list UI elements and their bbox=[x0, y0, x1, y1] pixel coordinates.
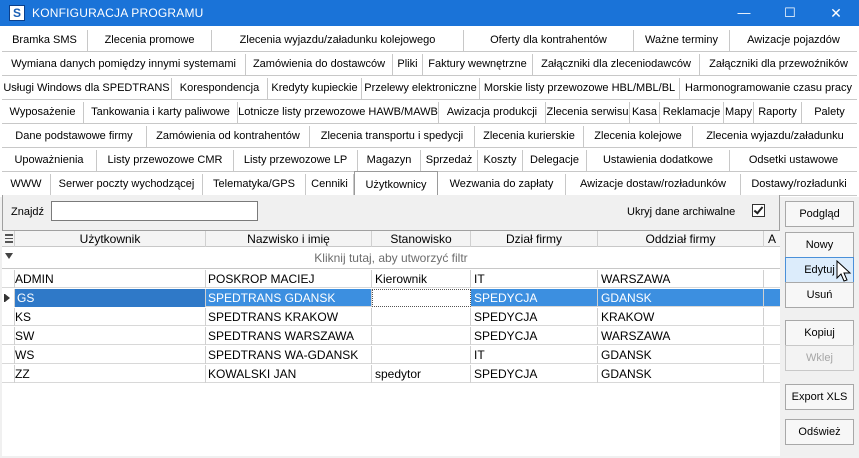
tab[interactable]: Kasa bbox=[630, 102, 660, 123]
filter-row[interactable]: Kliknij tutaj, aby utworzyć filtr bbox=[2, 247, 780, 269]
table-row[interactable]: WS SPEDTRANS WA-GDANSK IT GDANSK bbox=[2, 346, 780, 364]
table-row[interactable]: SW SPEDTRANS WARSZAWA SPEDYCJA WARSZAWA bbox=[2, 327, 780, 345]
tab[interactable]: Magazyn bbox=[358, 150, 421, 171]
tab[interactable]: WWW bbox=[2, 174, 51, 195]
tab[interactable]: Zlecenia promowe bbox=[88, 30, 212, 51]
mouse-cursor-icon bbox=[836, 260, 852, 282]
table-row[interactable]: ADMIN POSKROP MACIEJ Kierownik IT WARSZA… bbox=[2, 270, 780, 288]
table-row[interactable]: KS SPEDTRANS KRAKOW SPEDYCJA KRAKOW bbox=[2, 308, 780, 326]
tab[interactable]: Delegacje bbox=[523, 150, 587, 171]
table-row[interactable]: ZZ KOWALSKI JAN spedytor SPEDYCJA GDANSK bbox=[2, 365, 780, 383]
app-icon: S bbox=[9, 5, 25, 21]
tab[interactable]: Wymiana danych pomiędzy innymi systemami bbox=[2, 54, 246, 75]
tab[interactable]: Lotnicze listy przewozowe HAWB/MAWB bbox=[238, 102, 439, 123]
close-button[interactable]: ✕ bbox=[813, 0, 859, 26]
tab[interactable]: Wezwania do zapłaty bbox=[438, 174, 566, 195]
tab[interactable]: Przelewy elektroniczne bbox=[362, 78, 480, 99]
grid-header: Użytkownik Nazwisko i imię Stanowisko Dz… bbox=[2, 231, 780, 247]
column-header[interactable]: Nazwisko i imię bbox=[206, 231, 372, 247]
tab-row-2: Wymiana danych pomiędzy innymi systemami… bbox=[2, 54, 857, 75]
tab[interactable]: Zlecenia transportu i spedycji bbox=[310, 126, 475, 147]
tab[interactable]: Załączniki dla przewoźników bbox=[700, 54, 857, 75]
tab[interactable]: Dostawy/rozładunki bbox=[741, 174, 857, 195]
tab[interactable]: Listy przewozowe CMR bbox=[97, 150, 234, 171]
tab[interactable]: Awizacje dostaw/rozładunków bbox=[566, 174, 741, 195]
column-header[interactable]: Dział firmy bbox=[471, 231, 598, 247]
minimize-button[interactable]: — bbox=[721, 0, 767, 26]
tab[interactable]: Raporty bbox=[754, 102, 802, 123]
column-chooser[interactable] bbox=[2, 231, 15, 247]
tab-row-4: Wyposażenie Tankowania i karty paliwowe … bbox=[2, 102, 857, 123]
tab[interactable]: Wyposażenie bbox=[2, 102, 84, 123]
tab[interactable]: Listy przewozowe LP bbox=[234, 150, 358, 171]
refresh-button[interactable]: Odśwież bbox=[785, 419, 854, 445]
users-grid: Użytkownik Nazwisko i imię Stanowisko Dz… bbox=[2, 230, 780, 456]
tab[interactable]: Morskie listy przewozowe HBL/MBL/BL bbox=[480, 78, 680, 99]
tab[interactable]: Zamówienia do dostawców bbox=[246, 54, 393, 75]
tab[interactable]: Tankowania i karty paliwowe bbox=[84, 102, 238, 123]
paste-button[interactable]: Wklej bbox=[785, 345, 854, 371]
tab[interactable]: Koszty bbox=[478, 150, 523, 171]
search-input[interactable] bbox=[51, 201, 258, 221]
tab[interactable]: Zlecenia kurierskie bbox=[475, 126, 584, 147]
tab-row-1: Bramka SMS Zlecenia promowe Zlecenia wyj… bbox=[2, 30, 857, 51]
archive-label: Ukryj dane archiwalne bbox=[627, 206, 736, 218]
tab[interactable]: Zlecenia serwisu bbox=[546, 102, 630, 123]
tab[interactable]: Ustawienia dodatkowe bbox=[587, 150, 730, 171]
tab[interactable]: Mapy bbox=[724, 102, 754, 123]
tab-row-7: WWW Serwer poczty wychodzącej Telematyka… bbox=[2, 171, 857, 195]
tab[interactable]: Zlecenia wyjazdu/załadunku kolejowego bbox=[212, 30, 464, 51]
tab[interactable]: Faktury wewnętrzne bbox=[423, 54, 533, 75]
tab[interactable]: Telematyka/GPS bbox=[203, 174, 306, 195]
column-header[interactable]: Stanowisko bbox=[372, 231, 471, 247]
column-header[interactable]: Użytkownik bbox=[15, 231, 206, 247]
tab[interactable]: Załączniki dla zleceniodawców bbox=[533, 54, 700, 75]
maximize-button[interactable]: ☐ bbox=[767, 0, 813, 26]
checkmark-icon bbox=[753, 204, 764, 215]
tab-strip: Bramka SMS Zlecenia promowe Zlecenia wyj… bbox=[0, 26, 859, 197]
columns-icon bbox=[5, 234, 13, 243]
window-title: KONFIGURACJA PROGRAMU bbox=[32, 6, 204, 20]
tab[interactable]: Reklamacje bbox=[660, 102, 724, 123]
column-header[interactable]: Oddział firmy bbox=[598, 231, 764, 247]
tab-row-3: Usługi Windows dla SPEDTRANS Koresponden… bbox=[2, 78, 857, 99]
tab-row-5: Dane podstawowe firmy Zamówienia od kont… bbox=[2, 126, 857, 147]
tab[interactable]: Dane podstawowe firmy bbox=[2, 126, 147, 147]
tab[interactable]: Zlecenia wyjazdu/załadunku bbox=[693, 126, 857, 147]
tab[interactable]: Cenniki bbox=[306, 174, 354, 195]
tab[interactable]: Awizacja produkcji bbox=[439, 102, 546, 123]
tab[interactable]: Usługi Windows dla SPEDTRANS bbox=[2, 78, 172, 99]
tab[interactable]: Korespondencja bbox=[172, 78, 268, 99]
copy-button[interactable]: Kopiuj bbox=[785, 320, 854, 346]
tab-uzytkownicy[interactable]: Użytkownicy bbox=[354, 171, 438, 195]
tab[interactable]: Zlecenia kolejowe bbox=[584, 126, 693, 147]
row-pointer-icon bbox=[4, 294, 10, 302]
tab[interactable]: Harmonogramowanie czasu pracy bbox=[680, 78, 857, 99]
title-bar: S KONFIGURACJA PROGRAMU — ☐ ✕ bbox=[0, 0, 859, 26]
delete-button[interactable]: Usuń bbox=[785, 282, 854, 308]
tab[interactable]: Serwer poczty wychodzącej bbox=[51, 174, 203, 195]
export-xls-button[interactable]: Export XLS bbox=[785, 384, 854, 410]
tab[interactable]: Upoważnienia bbox=[2, 150, 97, 171]
tab[interactable]: Zamówienia od kontrahentów bbox=[147, 126, 310, 147]
new-button[interactable]: Nowy bbox=[785, 232, 854, 258]
tab[interactable]: Bramka SMS bbox=[2, 30, 88, 51]
tab[interactable]: Pliki bbox=[393, 54, 423, 75]
tab-row-6: Upoważnienia Listy przewozowe CMR Listy … bbox=[2, 150, 857, 171]
table-row-selected[interactable]: GS SPEDTRANS GDANSK SPEDYCJA GDANSK bbox=[2, 289, 780, 307]
search-label: Znajdź bbox=[11, 206, 45, 218]
tab[interactable]: Palety bbox=[802, 102, 857, 123]
archive-checkbox[interactable] bbox=[752, 204, 765, 217]
preview-button[interactable]: Podgląd bbox=[785, 201, 854, 227]
tab[interactable]: Awizacje pojazdów bbox=[730, 30, 857, 51]
tab[interactable]: Kredyty kupieckie bbox=[268, 78, 362, 99]
filter-hint: Kliknij tutaj, aby utworzyć filtr bbox=[314, 251, 468, 265]
column-header[interactable]: A bbox=[764, 231, 780, 247]
tab[interactable]: Oferty dla kontrahentów bbox=[464, 30, 634, 51]
tab[interactable]: Odsetki ustawowe bbox=[730, 150, 857, 171]
tab[interactable]: Ważne terminy bbox=[634, 30, 730, 51]
tab[interactable]: Sprzedaż bbox=[421, 150, 478, 171]
